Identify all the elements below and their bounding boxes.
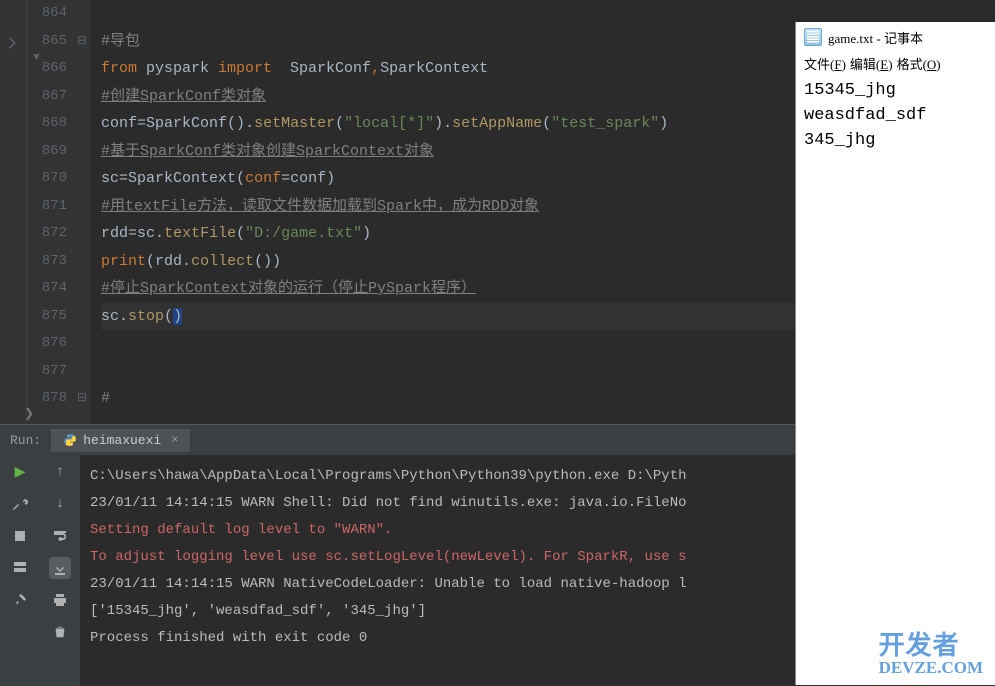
fold-plus-icon[interactable]: ⊟ <box>73 385 91 413</box>
menu-format[interactable]: 格式(O) <box>897 54 941 73</box>
console-output[interactable]: C:\Users\hawa\AppData\Local\Programs\Pyt… <box>80 455 795 686</box>
up-icon[interactable]: ↑ <box>49 461 71 483</box>
wrench-icon[interactable] <box>9 493 31 515</box>
softwrap-icon[interactable] <box>49 525 71 547</box>
left-margin <box>0 0 27 424</box>
rerun-icon[interactable]: ▶ <box>9 461 31 483</box>
run-tab-name: heimaxuexi <box>83 433 161 448</box>
notepad-titlebar[interactable]: game.txt - 记事本 <box>796 22 995 52</box>
trash-icon[interactable] <box>49 621 71 643</box>
close-icon[interactable]: × <box>171 433 178 447</box>
fold-arrow-icon[interactable] <box>6 36 20 50</box>
menu-file[interactable]: 文件(F) <box>804 54 846 73</box>
run-tab-bar: Run: heimaxuexi × <box>0 425 795 455</box>
scroll-end-icon[interactable] <box>49 557 71 579</box>
notepad-title: game.txt - 记事本 <box>828 28 923 47</box>
run-tab[interactable]: heimaxuexi × <box>51 429 190 452</box>
run-tool-column-1: ▶ <box>0 455 40 686</box>
pin-icon[interactable] <box>9 589 31 611</box>
code-editor[interactable]: ▼ 86486586686786886987087187287387487587… <box>0 0 795 424</box>
python-icon <box>63 433 77 447</box>
notepad-menubar: 文件(F) 编辑(E) 格式(O) <box>796 52 995 74</box>
code-area[interactable]: #导包from pyspark import SparkConf,SparkCo… <box>91 0 795 424</box>
menu-edit[interactable]: 编辑(E) <box>850 54 893 73</box>
notepad-window: game.txt - 记事本 文件(F) 编辑(E) 格式(O) 15345_j… <box>795 22 995 685</box>
fold-strip: ⊟ ⊟ <box>73 0 91 424</box>
stop-icon[interactable] <box>9 525 31 547</box>
down-icon[interactable]: ↓ <box>49 493 71 515</box>
expand-chevron-icon[interactable]: ❯ <box>24 406 34 421</box>
print-icon[interactable] <box>49 589 71 611</box>
run-label: Run: <box>0 433 51 448</box>
run-tool-column-2: ↑ ↓ <box>40 455 80 686</box>
run-panel: Run: heimaxuexi × ▶ ↑ ↓ C:\Users\hawa\Ap… <box>0 424 795 686</box>
fold-minus-icon[interactable]: ⊟ <box>73 28 91 56</box>
notepad-content[interactable]: 15345_jhgweasdfad_sdf345_jhg <box>796 74 995 157</box>
notepad-icon <box>804 28 822 46</box>
collapse-icon[interactable]: ▼ <box>33 52 40 64</box>
layout-icon[interactable] <box>9 557 31 579</box>
